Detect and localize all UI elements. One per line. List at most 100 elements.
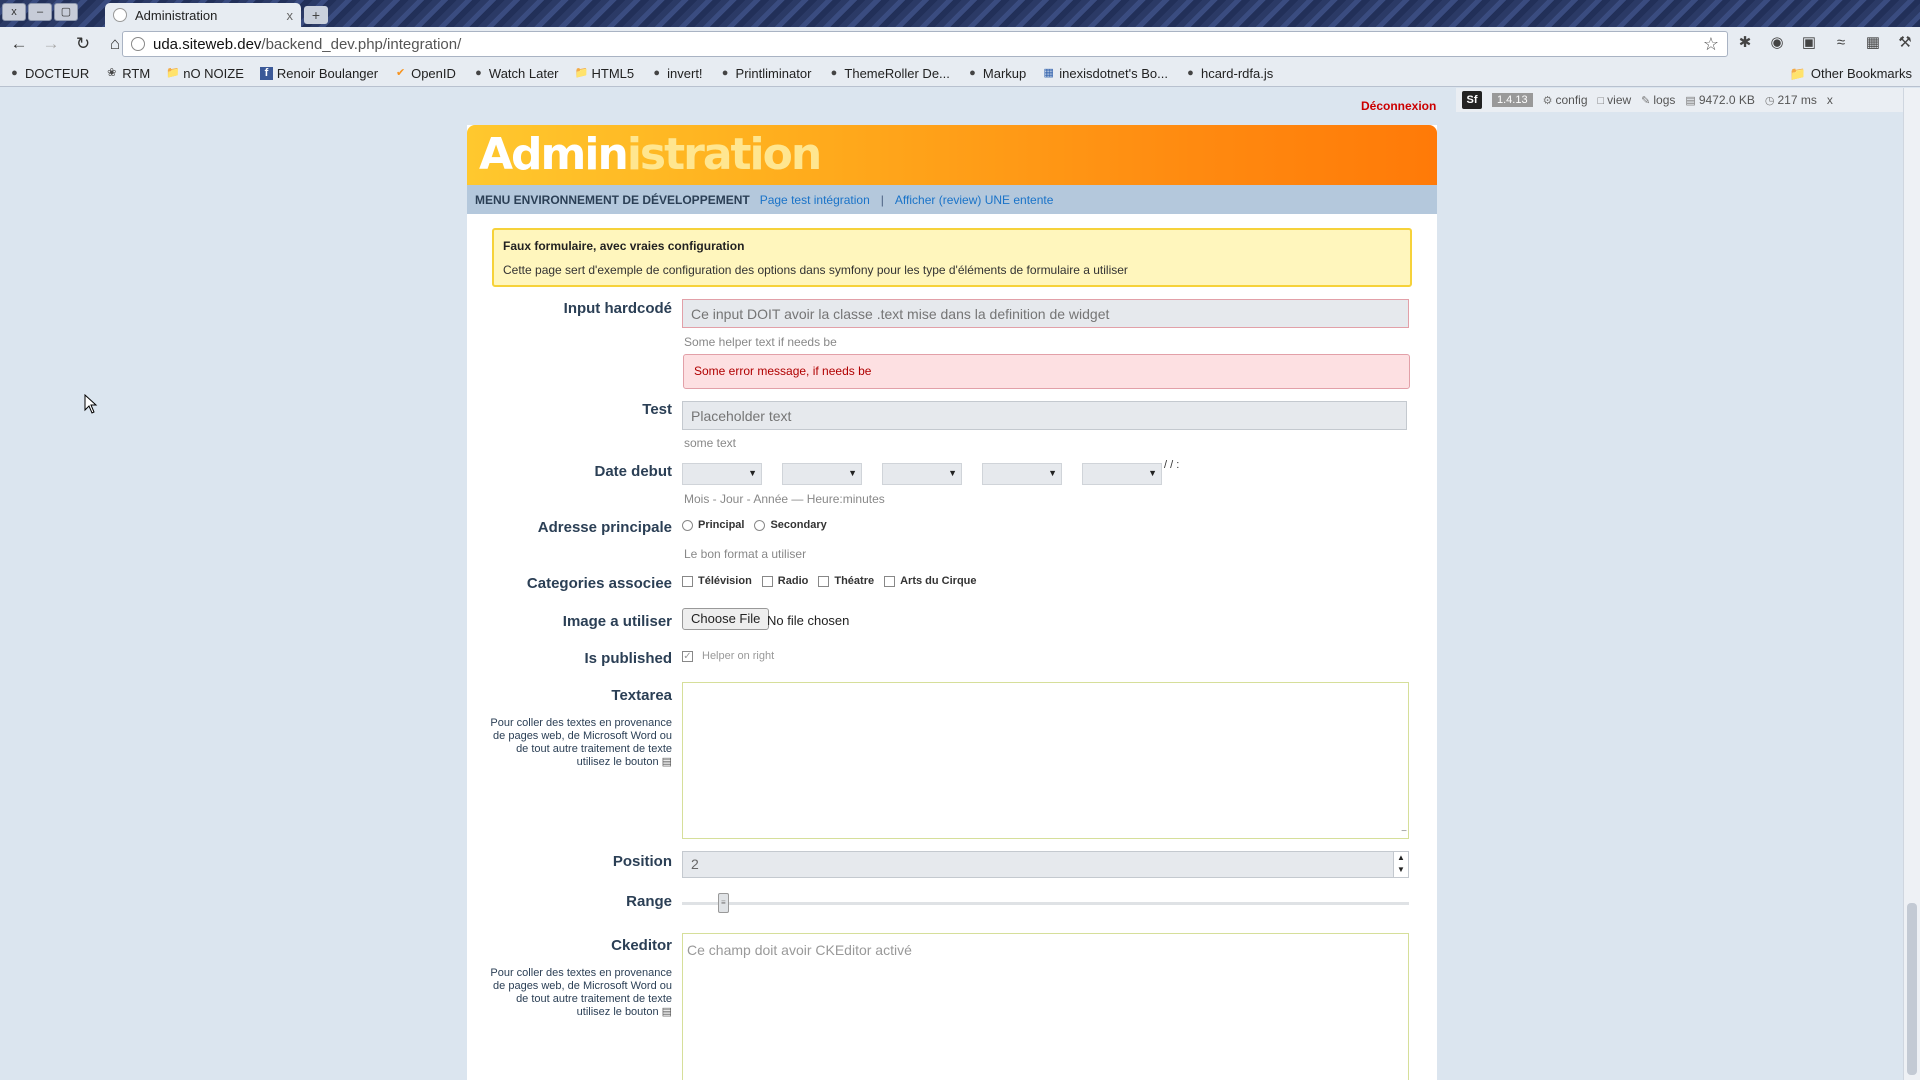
bookmark-item[interactable]: ▦ inexisdotnet's Bo... — [1042, 66, 1168, 81]
radio-secondary[interactable]: Secondary — [754, 519, 827, 531]
file-status: No file chosen — [767, 613, 850, 628]
menu-link-review[interactable]: Afficher (review) UNE entente — [895, 193, 1054, 207]
new-tab-button[interactable]: + — [304, 6, 328, 24]
image-label: Image a utiliser — [562, 613, 672, 630]
back-icon[interactable]: ← — [6, 31, 32, 57]
minute-select[interactable]: ▼ — [1082, 463, 1162, 485]
date-selects: ▼ ▼ ▼ ▼ ▼ — [682, 463, 1162, 485]
debug-memory[interactable]: ▤ 9472.0 KB — [1685, 93, 1754, 107]
openid-icon: ✔ — [395, 67, 406, 79]
hour-select[interactable]: ▼ — [982, 463, 1062, 485]
bookmark-item[interactable]: ❀ RTM — [105, 66, 150, 81]
folder-icon: 📁 — [574, 67, 589, 79]
bookmark-item[interactable]: ● DOCTEUR — [8, 66, 89, 81]
input-hardcode-label: Input hardcodé — [563, 300, 672, 317]
bookmark-item[interactable]: ● Watch Later — [472, 66, 558, 81]
menu-link-integration[interactable]: Page test intégration — [760, 193, 870, 207]
paste-icon: ▤ — [661, 1006, 672, 1018]
tab-close-icon[interactable]: x — [287, 8, 294, 23]
window-maximize-button[interactable]: ▢ — [54, 3, 78, 21]
symfony-logo-icon[interactable]: Sf — [1462, 91, 1482, 109]
number-spinner[interactable]: ▲ ▼ — [1393, 852, 1408, 877]
window-minimize-button[interactable]: – — [28, 3, 52, 21]
browser-toolbar: ← → ↻ ⌂ uda.siteweb.dev /backend_dev.php… — [0, 27, 1920, 61]
circle-icon: ● — [653, 67, 660, 79]
checkbox-radio[interactable]: Radio — [761, 575, 808, 587]
notice-title: Faux formulaire, avec vraies configurati… — [503, 239, 745, 253]
menu-title: MENU ENVIRONNEMENT DE DÉVELOPPEMENT — [475, 192, 750, 207]
radio-principal[interactable]: Principal — [682, 519, 744, 531]
adresse-helper: Le bon format a utiliser — [684, 547, 807, 561]
dropdown-arrow-icon: ▼ — [1148, 468, 1157, 478]
radio-icon[interactable] — [682, 519, 693, 531]
circle-icon: ● — [721, 67, 729, 79]
debug-logs-link[interactable]: ✎ logs — [1641, 93, 1675, 107]
checkbox-icon[interactable] — [818, 575, 830, 587]
window-close-button[interactable]: x — [2, 3, 26, 21]
url-host: uda.siteweb.dev — [153, 35, 262, 53]
puzzle-icon[interactable]: ✱ — [1735, 33, 1755, 53]
bookmark-item[interactable]: ● Markup — [966, 66, 1026, 81]
badge-icon[interactable]: ▦ — [1863, 33, 1883, 53]
resize-grip-icon[interactable]: − — [1401, 827, 1407, 837]
published-checkbox: ✓ Helper on right — [682, 650, 774, 662]
dropdown-arrow-icon: ▼ — [948, 468, 957, 478]
reload-icon[interactable]: ↻ — [70, 31, 96, 57]
symfony-version: 1.4.13 — [1492, 93, 1533, 107]
radio-icon[interactable] — [754, 519, 766, 531]
circle-icon: ● — [830, 67, 838, 79]
checkbox-icon[interactable] — [682, 575, 693, 587]
bookmark-item[interactable]: ● invert! — [650, 66, 702, 81]
globe-icon — [131, 37, 145, 51]
textarea-field[interactable]: − — [682, 682, 1409, 839]
position-label: Position — [612, 853, 672, 870]
test-field[interactable] — [682, 401, 1407, 430]
checkbox-cirque[interactable]: Arts du Cirque — [884, 575, 977, 587]
bookmark-item[interactable]: ✔ OpenID — [394, 66, 456, 81]
checkbox-icon[interactable] — [884, 575, 896, 587]
checkbox-icon[interactable] — [761, 575, 773, 587]
bookmark-item[interactable]: ● Printliminator — [719, 66, 812, 81]
active-tab[interactable]: Administration x — [105, 3, 301, 27]
range-slider-thumb[interactable]: ≡ — [717, 893, 729, 913]
address-bar[interactable]: uda.siteweb.dev /backend_dev.php/integra… — [122, 31, 1728, 57]
circle-icon: ● — [1187, 67, 1194, 79]
bookmark-item[interactable]: 📁 nO NOIZE — [166, 66, 244, 81]
bookmark-item[interactable]: 📁 HTML5 — [575, 66, 635, 81]
checkbox-theatre[interactable]: Théatre — [818, 575, 874, 587]
wifi-icon[interactable]: ≈ — [1831, 33, 1851, 53]
page-title: Administration — [479, 129, 822, 180]
cookie-icon[interactable]: ◉ — [1767, 33, 1787, 53]
ckeditor-field[interactable]: Ce champ doit avoir CKEditor activé — [682, 933, 1409, 1080]
year-select[interactable]: ▼ — [882, 463, 962, 485]
month-select[interactable]: ▼ — [682, 463, 762, 485]
bookmark-item[interactable]: ● hcard-rdfa.js — [1184, 66, 1273, 81]
wrench-icon[interactable]: ⚒ — [1895, 33, 1915, 53]
bookmark-item[interactable]: ● ThemeRoller De... — [827, 66, 950, 81]
debug-view-link[interactable]: □ view — [1598, 93, 1632, 107]
page-scrollbar[interactable] — [1903, 88, 1920, 1080]
day-select[interactable]: ▼ — [782, 463, 862, 485]
checkbox-checked-icon[interactable]: ✓ — [682, 650, 693, 662]
debug-close-icon[interactable]: x — [1827, 93, 1833, 107]
logout-link[interactable]: Déconnexion — [1361, 99, 1436, 113]
debug-time[interactable]: ◷ 217 ms — [1765, 93, 1817, 107]
other-bookmarks[interactable]: 📁 Other Bookmarks — [1790, 66, 1912, 82]
scrollbar-thumb[interactable] — [1907, 903, 1917, 1075]
window-icon[interactable]: ▣ — [1799, 33, 1819, 53]
choose-file-button[interactable]: Choose File — [682, 608, 770, 630]
bookmark-star-icon[interactable]: ☆ — [1703, 34, 1719, 55]
notice-text: Cette page sert d'exemple de configurati… — [503, 263, 1128, 277]
debug-config-link[interactable]: ⚙ config — [1543, 93, 1588, 107]
position-field[interactable]: 2 ▲ ▼ — [682, 851, 1409, 878]
range-slider[interactable]: ≡ — [682, 893, 1409, 913]
bookmark-item[interactable]: f Renoir Boulanger — [259, 66, 378, 81]
date-helper: Mois - Jour - Année — Heure:minutes — [684, 492, 885, 506]
mouse-cursor-icon — [84, 394, 98, 414]
forward-icon[interactable]: → — [38, 31, 64, 57]
dropdown-arrow-icon: ▼ — [748, 468, 757, 478]
input-hardcode-field[interactable] — [682, 299, 1409, 328]
checkbox-television[interactable]: Télévision — [682, 575, 752, 587]
ckeditor-help: Pour coller des textes en provenance de … — [490, 967, 672, 1018]
page-icon: □ — [1597, 95, 1605, 107]
